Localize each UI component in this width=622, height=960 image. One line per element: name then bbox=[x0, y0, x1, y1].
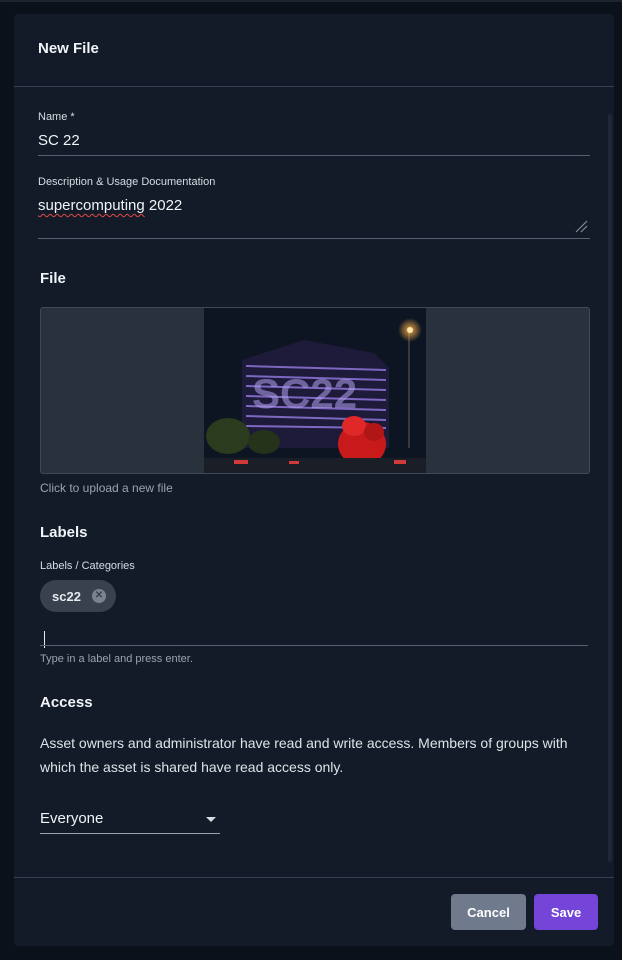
preview-photo: SC22 bbox=[204, 308, 426, 473]
label-chip-text: sc22 bbox=[52, 588, 81, 604]
window-top-edge bbox=[0, 0, 622, 2]
description-field-underline bbox=[38, 238, 590, 239]
name-field[interactable]: SC 22 bbox=[38, 132, 80, 149]
dialog-title: New File bbox=[38, 40, 99, 57]
upload-hint: Click to upload a new file bbox=[40, 481, 173, 495]
resize-grip-icon[interactable] bbox=[574, 219, 588, 233]
labels-hint: Type in a label and press enter. bbox=[40, 653, 193, 665]
file-preview-image: SC22 bbox=[204, 308, 426, 473]
dropdown-arrow-icon bbox=[206, 817, 216, 822]
dialog-footer-divider bbox=[14, 877, 614, 878]
labels-field-label: Labels / Categories bbox=[40, 560, 135, 572]
labels-section-title: Labels bbox=[40, 524, 88, 541]
name-field-underline bbox=[38, 155, 590, 156]
new-file-dialog: New File Name * SC 22 Description & Usag… bbox=[14, 14, 614, 946]
labels-input-underline bbox=[40, 645, 588, 646]
save-button[interactable]: Save bbox=[534, 894, 598, 930]
access-section-title: Access bbox=[40, 694, 93, 711]
preview-sc22-text: SC22 bbox=[252, 370, 357, 417]
description-field-label: Description & Usage Documentation bbox=[38, 176, 216, 188]
scrollbar[interactable] bbox=[608, 114, 612, 862]
file-upload-area[interactable]: SC22 bbox=[40, 307, 590, 474]
access-select-underline bbox=[40, 833, 220, 834]
file-section-title: File bbox=[40, 270, 66, 287]
access-select[interactable]: Everyone bbox=[40, 807, 220, 834]
name-field-label: Name * bbox=[38, 111, 75, 123]
dialog-header: New File bbox=[14, 14, 614, 87]
access-description: Asset owners and administrator have read… bbox=[40, 735, 568, 775]
description-rest: 2022 bbox=[144, 197, 183, 214]
cancel-button[interactable]: Cancel bbox=[451, 894, 526, 930]
description-field[interactable]: supercomputing 2022 bbox=[38, 197, 182, 214]
remove-chip-icon[interactable]: ✕ bbox=[92, 589, 106, 603]
misspelled-word: supercomputing bbox=[38, 197, 145, 214]
access-select-value: Everyone bbox=[40, 810, 104, 827]
label-chip-sc22: sc22 ✕ bbox=[40, 580, 116, 612]
